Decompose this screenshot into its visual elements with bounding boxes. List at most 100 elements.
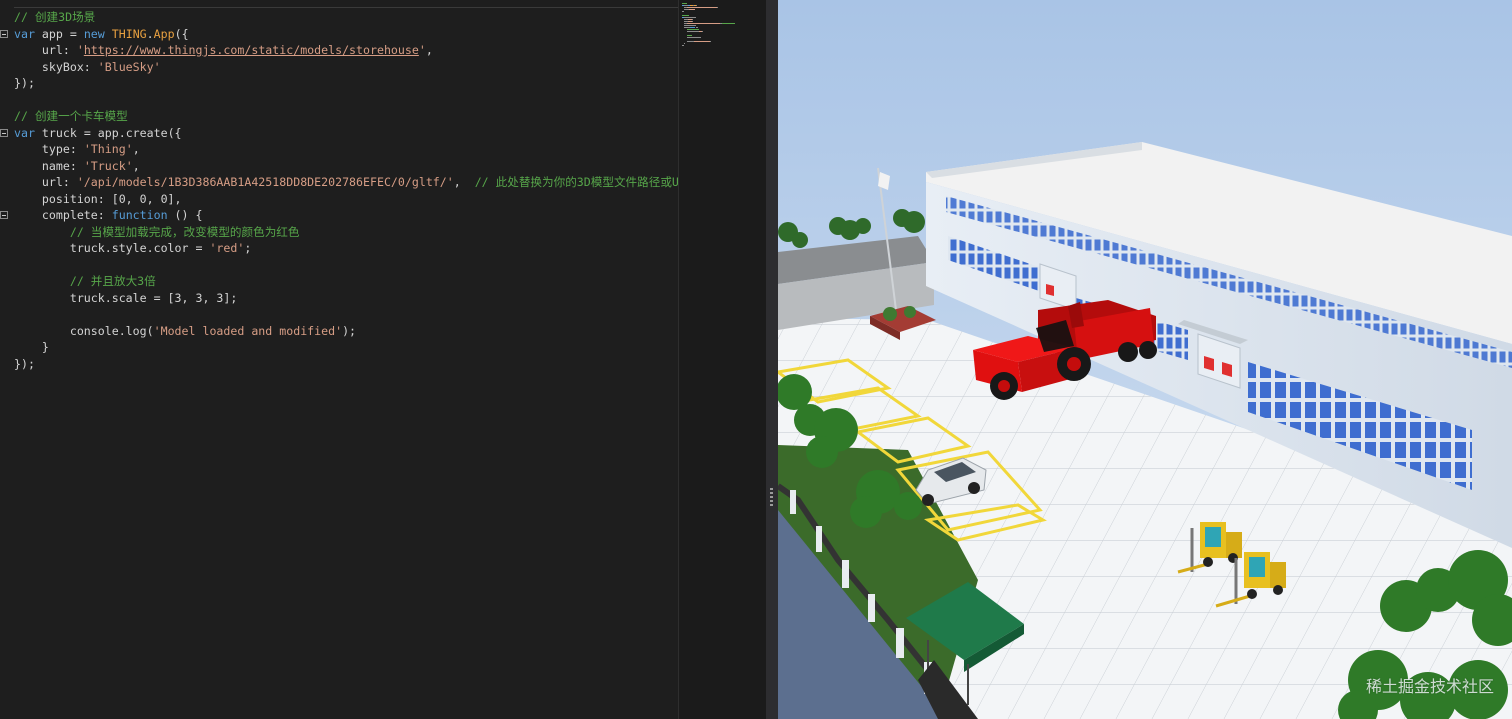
code-token: 'red' bbox=[209, 241, 245, 255]
code-lines[interactable]: // 创建3D场景 var app = new THING.App({ url: … bbox=[0, 9, 678, 372]
code-token: , bbox=[132, 142, 140, 156]
minimap-stroke bbox=[682, 15, 689, 16]
3d-viewport[interactable]: 稀土掘金技术社区 bbox=[778, 0, 1512, 719]
minimap-stroke bbox=[688, 7, 717, 8]
fold-toggle-icon[interactable] bbox=[0, 211, 8, 219]
code-line[interactable]: // 并且放大3倍 bbox=[0, 273, 678, 290]
minimap-stroke bbox=[694, 41, 711, 42]
code-token: function bbox=[111, 208, 168, 222]
pane-splitter[interactable] bbox=[766, 0, 778, 719]
code-text: truck.style.color = 'red'; bbox=[14, 240, 252, 257]
fold-toggle-icon[interactable] bbox=[0, 128, 8, 137]
minimap-stroke bbox=[682, 3, 688, 4]
code-text: // 创建一个卡车模型 bbox=[14, 108, 128, 125]
code-token: // 创建3D场景 bbox=[14, 10, 96, 24]
code-line[interactable]: // 创建一个卡车模型 bbox=[0, 108, 678, 125]
code-text: name: 'Truck', bbox=[14, 158, 140, 175]
code-line[interactable]: } bbox=[0, 339, 678, 356]
code-token: ; bbox=[244, 241, 252, 255]
code-line[interactable]: // 创建3D场景 bbox=[0, 9, 678, 26]
code-token: https://www.thingjs.com/static/models/st… bbox=[83, 43, 419, 57]
code-token: skyBox: bbox=[14, 59, 98, 74]
code-token: THING bbox=[111, 26, 147, 41]
code-line[interactable]: url: '/api/models/1B3D386AAB1A42518DD8DE… bbox=[0, 174, 678, 191]
minimap-stroke bbox=[686, 31, 699, 32]
minimap-stroke bbox=[695, 27, 699, 28]
code-token: , bbox=[425, 43, 433, 57]
minimap-stroke bbox=[686, 35, 693, 36]
code-token: }); bbox=[14, 76, 35, 90]
code-token: () { bbox=[167, 208, 203, 222]
code-token: // 当模型加载完成，改变模型的颜色为红色 bbox=[69, 224, 300, 239]
code-line[interactable]: name: 'Truck', bbox=[0, 158, 678, 175]
minimap-stroke bbox=[687, 23, 720, 24]
splitter-grip-icon[interactable] bbox=[770, 488, 773, 506]
minimap-stroke bbox=[695, 5, 697, 6]
code-token: url: bbox=[14, 175, 77, 189]
code-token: app = bbox=[34, 26, 84, 41]
code-text: var truck = app.create({ bbox=[14, 125, 182, 142]
code-token: App bbox=[153, 26, 175, 41]
code-text: // 创建3D场景 bbox=[14, 9, 95, 26]
code-token: truck.scale = [3, 3, 3]; bbox=[14, 290, 238, 305]
code-text: // 当模型加载完成，改变模型的颜色为红色 bbox=[14, 224, 300, 241]
code-line[interactable]: skyBox: 'BlueSky' bbox=[0, 59, 678, 76]
code-line[interactable]: // 当模型加载完成，改变模型的颜色为红色 bbox=[0, 224, 678, 241]
code-token: complete: bbox=[14, 208, 112, 222]
code-line[interactable]: url: 'https://www.thingjs.com/static/mod… bbox=[0, 42, 678, 59]
code-token: . bbox=[146, 26, 154, 41]
code-text: type: 'Thing', bbox=[14, 141, 140, 158]
code-text: url: 'https://www.thingjs.com/static/mod… bbox=[14, 42, 433, 59]
code-text: skyBox: 'BlueSky' bbox=[14, 59, 161, 76]
code-text: url: '/api/models/1B3D386AAB1A42518DD8DE… bbox=[14, 174, 678, 191]
code-line[interactable]: var app = new THING.App({ bbox=[0, 26, 678, 43]
code-token: truck.style.color = bbox=[14, 241, 210, 255]
code-line[interactable] bbox=[0, 257, 678, 274]
code-line[interactable]: }); bbox=[0, 75, 678, 92]
code-token: 'Thing' bbox=[83, 142, 133, 156]
code-token: // 此处替换为你的3D模型文件路径或URL bbox=[474, 175, 678, 189]
fold-toggle-icon[interactable] bbox=[0, 29, 8, 38]
code-line[interactable]: var truck = app.create({ bbox=[0, 125, 678, 142]
code-text: complete: function () { bbox=[14, 207, 203, 224]
warehouse-scene[interactable] bbox=[778, 0, 1512, 719]
code-token: '/api/models/1B3D386AAB1A42518DD8DE20278… bbox=[76, 175, 454, 189]
code-token: 'BlueSky' bbox=[97, 59, 161, 74]
minimap-stroke bbox=[692, 21, 693, 22]
minimap-stroke bbox=[701, 31, 703, 32]
code-line[interactable]: complete: function () { bbox=[0, 207, 678, 224]
code-token: new bbox=[83, 26, 105, 41]
code-token: ({ bbox=[174, 26, 189, 41]
code-line[interactable]: truck.scale = [3, 3, 3]; bbox=[0, 290, 678, 307]
minimap-stroke bbox=[684, 17, 697, 18]
code-minimap[interactable] bbox=[678, 0, 767, 719]
code-token: type: bbox=[14, 142, 84, 156]
code-token: var bbox=[14, 125, 35, 140]
code-token: truck = app.create({ bbox=[34, 125, 182, 140]
editor-top-divider bbox=[14, 7, 678, 8]
minimap-stroke bbox=[684, 43, 685, 44]
code-line[interactable]: type: 'Thing', bbox=[0, 141, 678, 158]
code-line[interactable]: console.log('Model loaded and modified')… bbox=[0, 323, 678, 340]
minimap-stroke bbox=[690, 27, 696, 28]
code-editor[interactable]: // 创建3D场景 var app = new THING.App({ url: … bbox=[0, 0, 678, 719]
code-token: name: bbox=[14, 158, 84, 173]
code-line[interactable]: position: [0, 0, 0], bbox=[0, 191, 678, 208]
code-token: , bbox=[453, 175, 475, 189]
code-line[interactable]: }); bbox=[0, 356, 678, 373]
code-token: // 创建一个卡车模型 bbox=[14, 109, 128, 123]
code-token: }); bbox=[14, 356, 35, 371]
code-text: console.log('Model loaded and modified')… bbox=[14, 323, 356, 340]
minimap-stroke bbox=[682, 11, 684, 12]
minimap-stroke bbox=[721, 23, 735, 24]
minimap-stroke bbox=[686, 41, 694, 42]
code-line[interactable] bbox=[0, 92, 678, 109]
minimap-stroke bbox=[682, 45, 684, 46]
code-text: } bbox=[14, 339, 49, 356]
code-line[interactable] bbox=[0, 306, 678, 323]
minimap-stroke bbox=[689, 9, 695, 10]
code-line[interactable]: truck.style.color = 'red'; bbox=[0, 240, 678, 257]
code-text: }); bbox=[14, 356, 35, 373]
